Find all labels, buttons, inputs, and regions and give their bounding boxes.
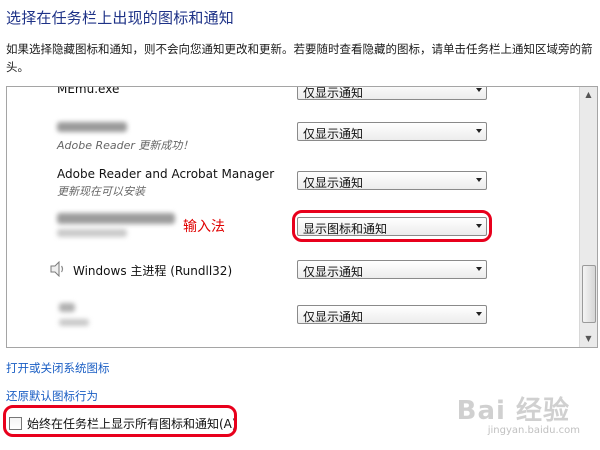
chevron-down-icon xyxy=(476,312,482,316)
notification-icons-list[interactable]: MEmu.exe 仅显示通知 Adobe Reader 更新成功！ 仅显示通知 … xyxy=(6,86,598,348)
blurred-name xyxy=(57,213,175,224)
page-description: 如果选择隐藏图标和通知，则不会向您通知更改和更新。若要随时查看隐藏的图标，请单击… xyxy=(6,42,593,74)
list-item: Adobe Reader 更新成功！ 仅显示通知 xyxy=(7,113,579,157)
blurred-status xyxy=(59,319,89,326)
item-name: MEmu.exe xyxy=(57,86,120,96)
behavior-dropdown[interactable]: 仅显示通知 xyxy=(297,305,487,324)
list-item: 输入法 显示图标和通知 xyxy=(7,205,579,249)
dropdown-value: 仅显示通知 xyxy=(303,127,364,141)
ime-annotation: 输入法 xyxy=(183,219,225,235)
list-item: Adobe Reader and Acrobat Manager 更新现在可以安… xyxy=(7,159,579,203)
dropdown-value: 仅显示通知 xyxy=(303,176,364,190)
chevron-down-icon xyxy=(476,178,482,182)
blurred-name xyxy=(57,122,127,132)
speaker-icon xyxy=(50,261,64,277)
highlight-annotation xyxy=(3,405,237,437)
scrollbar-thumb[interactable] xyxy=(582,265,596,323)
system-icons-link[interactable]: 打开或关闭系统图标 xyxy=(6,360,110,376)
restore-defaults-link[interactable]: 还原默认图标行为 xyxy=(6,388,98,404)
baidu-watermark: Bai 经验 xyxy=(456,396,570,426)
vertical-scrollbar[interactable]: ▲ ▼ xyxy=(579,87,597,347)
blurred-name xyxy=(59,303,75,312)
behavior-dropdown[interactable]: 仅显示通知 xyxy=(297,171,487,190)
scroll-down-icon[interactable]: ▼ xyxy=(580,331,597,347)
item-name: Adobe Reader and Acrobat Manager xyxy=(57,167,275,181)
baidu-watermark-url: jingyan.baidu.com xyxy=(487,425,580,436)
chevron-down-icon xyxy=(476,129,482,133)
list-item: Windows 主进程 (Rundll32) 仅显示通知 xyxy=(7,251,579,295)
scroll-up-icon[interactable]: ▲ xyxy=(580,87,597,103)
highlight-annotation xyxy=(292,210,492,242)
dropdown-value: 仅显示通知 xyxy=(303,310,364,324)
item-status: Adobe Reader 更新成功！ xyxy=(57,139,194,152)
dropdown-value: 仅显示通知 xyxy=(303,86,364,100)
chevron-down-icon xyxy=(476,267,482,271)
behavior-dropdown[interactable]: 仅显示通知 xyxy=(297,122,487,141)
item-status: 更新现在可以安装 xyxy=(57,185,145,198)
chevron-down-icon xyxy=(476,88,482,92)
behavior-dropdown[interactable]: 仅显示通知 xyxy=(297,86,487,100)
page-title: 选择在任务栏上出现的图标和通知 xyxy=(6,9,235,27)
blurred-status xyxy=(57,229,127,237)
item-name: Windows 主进程 (Rundll32) xyxy=(73,264,233,278)
behavior-dropdown[interactable]: 仅显示通知 xyxy=(297,260,487,279)
dropdown-value: 仅显示通知 xyxy=(303,265,364,279)
list-item: 仅显示通知 xyxy=(7,295,579,339)
